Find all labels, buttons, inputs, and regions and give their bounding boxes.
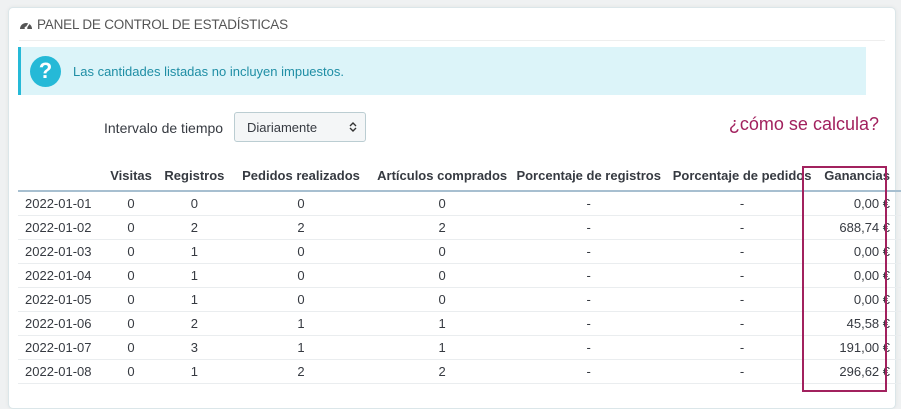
cell-items: 2 xyxy=(371,215,513,240)
cell-registration-rate: - xyxy=(512,263,665,288)
info-alert: ? Las cantidades listadas no incluyen im… xyxy=(18,47,866,95)
cell-registrations: 1 xyxy=(158,359,231,384)
header-earnings: Ganancias xyxy=(819,160,901,192)
chevron-updown-icon xyxy=(349,122,357,132)
cell-date: 2022-01-02 xyxy=(18,215,104,240)
table-row: 2022-01-05 0 1 0 0- -0,00 € xyxy=(18,287,901,312)
header-orders: Pedidos realizados xyxy=(230,160,372,192)
header-registrations: Registros xyxy=(158,160,231,192)
header-date xyxy=(18,160,104,192)
cell-orders: 0 xyxy=(230,263,372,288)
table-row: 2022-01-06 0 2 1 1- -45,58 € xyxy=(18,311,901,336)
cell-registration-rate: - xyxy=(512,287,665,312)
cell-earnings: 191,00 € xyxy=(819,335,901,360)
stats-table: Visitas Registros Pedidos realizados Art… xyxy=(18,160,901,384)
header-order-rate: Porcentaje de pedidos xyxy=(664,160,820,192)
cell-orders: 0 xyxy=(230,191,372,216)
cell-registration-rate: - xyxy=(512,191,665,216)
header-items: Artículos comprados xyxy=(371,160,513,192)
cell-earnings: 0,00 € xyxy=(819,263,901,288)
cell-items: 1 xyxy=(371,335,513,360)
cell-order-rate: - xyxy=(664,287,820,312)
cell-earnings: 0,00 € xyxy=(819,191,901,216)
cell-registrations: 3 xyxy=(158,335,231,360)
cell-earnings: 0,00 € xyxy=(819,239,901,264)
table-row: 2022-01-08 0 1 2 2- -296,62 € xyxy=(18,359,901,384)
cell-orders: 2 xyxy=(230,359,372,384)
interval-label: Intervalo de tiempo xyxy=(104,120,224,136)
cell-visits: 0 xyxy=(103,287,159,312)
cell-visits: 0 xyxy=(103,239,159,264)
cell-orders: 0 xyxy=(230,239,372,264)
panel-heading: PANEL DE CONTROL DE ESTADÍSTICAS xyxy=(19,8,885,41)
cell-visits: 0 xyxy=(103,311,159,336)
cell-earnings: 688,74 € xyxy=(819,215,901,240)
cell-orders: 1 xyxy=(230,311,372,336)
cell-orders: 2 xyxy=(230,215,372,240)
cell-order-rate: - xyxy=(664,191,820,216)
cell-visits: 0 xyxy=(103,191,159,216)
panel-title: PANEL DE CONTROL DE ESTADÍSTICAS xyxy=(37,16,288,32)
cell-visits: 0 xyxy=(103,215,159,240)
cell-items: 2 xyxy=(371,359,513,384)
cell-items: 0 xyxy=(371,263,513,288)
table-row: 2022-01-01 0 0 0 0- -0,00 € xyxy=(18,191,901,216)
question-icon: ? xyxy=(30,55,61,87)
table-row: 2022-01-03 0 1 0 0- -0,00 € xyxy=(18,239,901,264)
cell-earnings: 45,58 € xyxy=(819,311,901,336)
table-row: 2022-01-02 0 2 2 2- -688,74 € xyxy=(18,215,901,240)
cell-date: 2022-01-04 xyxy=(18,263,104,288)
cell-order-rate: - xyxy=(664,335,820,360)
cell-registrations: 1 xyxy=(158,263,231,288)
cell-date: 2022-01-03 xyxy=(18,239,104,264)
cell-order-rate: - xyxy=(664,311,820,336)
cell-registration-rate: - xyxy=(512,335,665,360)
how-calculated-link[interactable]: ¿cómo se calcula? xyxy=(729,114,879,135)
cell-earnings: 0,00 € xyxy=(819,287,901,312)
cell-visits: 0 xyxy=(103,335,159,360)
cell-registration-rate: - xyxy=(512,215,665,240)
cell-orders: 0 xyxy=(230,287,372,312)
cell-date: 2022-01-05 xyxy=(18,287,104,312)
cell-registrations: 2 xyxy=(158,311,231,336)
interval-select[interactable]: Diariamente xyxy=(234,112,366,142)
cell-registrations: 2 xyxy=(158,215,231,240)
cell-items: 0 xyxy=(371,239,513,264)
cell-order-rate: - xyxy=(664,263,820,288)
cell-visits: 0 xyxy=(103,359,159,384)
cell-date: 2022-01-07 xyxy=(18,335,104,360)
cell-orders: 1 xyxy=(230,335,372,360)
cell-visits: 0 xyxy=(103,263,159,288)
table-row: 2022-01-07 0 3 1 1- -191,00 € xyxy=(18,335,901,360)
cell-order-rate: - xyxy=(664,359,820,384)
cell-order-rate: - xyxy=(664,239,820,264)
cell-items: 0 xyxy=(371,191,513,216)
header-visits: Visitas xyxy=(103,160,159,192)
cell-registrations: 1 xyxy=(158,287,231,312)
table-row: 2022-01-04 0 1 0 0- -0,00 € xyxy=(18,263,901,288)
cell-items: 1 xyxy=(371,311,513,336)
cell-registrations: 0 xyxy=(158,191,231,216)
cell-date: 2022-01-08 xyxy=(18,359,104,384)
cell-earnings: 296,62 € xyxy=(819,359,901,384)
cell-registration-rate: - xyxy=(512,359,665,384)
dashboard-icon xyxy=(19,18,33,31)
header-registration-rate: Porcentaje de registros xyxy=(512,160,665,192)
cell-registration-rate: - xyxy=(512,239,665,264)
alert-message: Las cantidades listadas no incluyen impu… xyxy=(73,63,344,79)
cell-registrations: 1 xyxy=(158,239,231,264)
cell-date: 2022-01-01 xyxy=(18,191,104,216)
table-header-row: Visitas Registros Pedidos realizados Art… xyxy=(18,160,901,192)
cell-registration-rate: - xyxy=(512,311,665,336)
cell-date: 2022-01-06 xyxy=(18,311,104,336)
cell-items: 0 xyxy=(371,287,513,312)
cell-order-rate: - xyxy=(664,215,820,240)
interval-selected-value: Diariamente xyxy=(247,119,318,135)
